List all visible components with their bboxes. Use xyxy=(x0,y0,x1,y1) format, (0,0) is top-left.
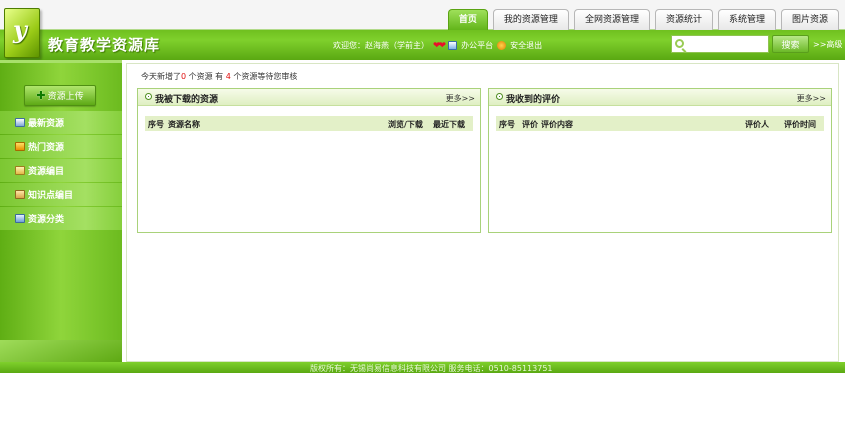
panel-header: 我收到的评价 更多>> xyxy=(489,89,831,106)
search-area: 搜索 >>高级 xyxy=(671,35,842,53)
knowledge-icon xyxy=(15,190,25,199)
sidebar-item-label: 资源编目 xyxy=(28,167,65,177)
column-header: 评价 xyxy=(522,120,538,129)
main-content: 今天新增了0 个资源 有 4 个资源等待您审核 我被下载的资源 更多>> 序号 … xyxy=(126,63,839,362)
tab-my-resources[interactable]: 我的资源管理 xyxy=(492,9,569,30)
panel-header: 我被下载的资源 更多>> xyxy=(138,89,480,106)
panel-title: 我收到的评价 xyxy=(506,95,561,105)
upload-label: 资源上传 xyxy=(47,92,84,102)
bullet-icon xyxy=(496,93,503,100)
sidebar-item-label: 最新资源 xyxy=(28,119,65,129)
notice-middle: 个资源 有 xyxy=(186,72,226,81)
category-icon xyxy=(15,214,25,223)
table-header: 序号 资源名称 浏览/下载 最近下载 xyxy=(145,116,473,131)
sidebar-item-label: 资源分类 xyxy=(28,215,65,225)
column-header: 最近下载 xyxy=(433,120,465,129)
sidebar-item-latest[interactable]: 最新资源 xyxy=(0,111,122,134)
tab-statistics[interactable]: 资源统计 xyxy=(654,9,713,30)
panel-title: 我被下载的资源 xyxy=(155,95,219,105)
sidebar-item-label: 热门资源 xyxy=(28,143,65,153)
advanced-search-link[interactable]: >>高级 xyxy=(813,39,842,50)
notice-bar: 今天新增了0 个资源 有 4 个资源等待您审核 xyxy=(141,71,297,82)
search-icon xyxy=(675,39,684,48)
sidebar-item-label: 知识点编目 xyxy=(28,191,74,201)
tab-network-resources[interactable]: 全网资源管理 xyxy=(573,9,650,30)
side-menu: 最新资源 热门资源 资源编目 知识点编目 资源分类 xyxy=(0,111,122,231)
sidebar-item-category[interactable]: 资源分类 xyxy=(0,207,122,230)
table-header: 序号 评价 评价内容 评价人 评价时间 xyxy=(496,116,824,131)
welcome-text: 欢迎您：赵海燕（学前主） xyxy=(333,41,429,50)
logout-icon xyxy=(497,41,507,50)
logo-letter: y xyxy=(13,15,27,44)
office-platform-link[interactable]: 办公平台 xyxy=(461,40,493,51)
user-bar: 欢迎您：赵海燕（学前主） ❤❤ 办公平台 安全退出 xyxy=(333,40,542,51)
footer-text: 版权所有：无锡尚易信息科技有限公司 服务电话：0510-85113751 xyxy=(310,364,553,373)
nav-tabs: 首页 我的资源管理 全网资源管理 资源统计 系统管理 图片资源 xyxy=(447,9,839,30)
column-header: 评价人 xyxy=(745,120,769,129)
column-header: 序号 xyxy=(148,120,164,129)
bullet-icon xyxy=(145,93,152,100)
header: y 教育教学资源库 首页 我的资源管理 全网资源管理 资源统计 系统管理 图片资… xyxy=(0,0,845,60)
more-link[interactable]: 更多>> xyxy=(797,93,826,104)
column-header: 评价时间 xyxy=(784,120,816,129)
hearts-icon: ❤❤ xyxy=(433,40,446,51)
hot-resource-icon xyxy=(15,142,25,151)
sidebar-item-knowledge[interactable]: 知识点编目 xyxy=(0,183,122,206)
catalog-icon xyxy=(15,166,25,175)
more-link[interactable]: 更多>> xyxy=(446,93,475,104)
received-reviews-panel: 我收到的评价 更多>> 序号 评价 评价内容 评价人 评价时间 xyxy=(488,88,832,233)
search-button[interactable]: 搜索 xyxy=(772,35,809,53)
search-input[interactable] xyxy=(688,37,766,51)
column-header: 浏览/下载 xyxy=(388,120,423,129)
notice-suffix: 个资源等待您审核 xyxy=(230,72,298,81)
plus-icon: ✚ xyxy=(36,89,46,102)
logout-link[interactable]: 安全退出 xyxy=(510,40,542,51)
column-header: 资源名称 xyxy=(168,120,200,129)
column-header: 评价内容 xyxy=(541,120,573,129)
sidebar-item-hot[interactable]: 热门资源 xyxy=(0,135,122,158)
new-resource-icon xyxy=(15,118,25,127)
site-title: 教育教学资源库 xyxy=(48,36,161,54)
tab-system-management[interactable]: 系统管理 xyxy=(717,9,776,30)
logo: y xyxy=(4,8,40,58)
sidebar-item-catalog[interactable]: 资源编目 xyxy=(0,159,122,182)
sidebar: ✚ 资源上传 最新资源 热门资源 资源编目 知识点编目 资源分类 xyxy=(0,60,122,362)
notice-prefix: 今天新增了 xyxy=(141,72,181,81)
tab-image-resources[interactable]: 图片资源 xyxy=(780,9,839,30)
footer: 版权所有：无锡尚易信息科技有限公司 服务电话：0510-85113751 xyxy=(0,362,845,373)
office-icon xyxy=(448,41,458,50)
column-header: 序号 xyxy=(499,120,515,129)
tab-home[interactable]: 首页 xyxy=(447,9,488,30)
search-box xyxy=(671,35,769,53)
upload-resource-button[interactable]: ✚ 资源上传 xyxy=(24,85,96,106)
sidebar-decoration xyxy=(0,340,122,362)
downloaded-resources-panel: 我被下载的资源 更多>> 序号 资源名称 浏览/下载 最近下载 xyxy=(137,88,481,233)
